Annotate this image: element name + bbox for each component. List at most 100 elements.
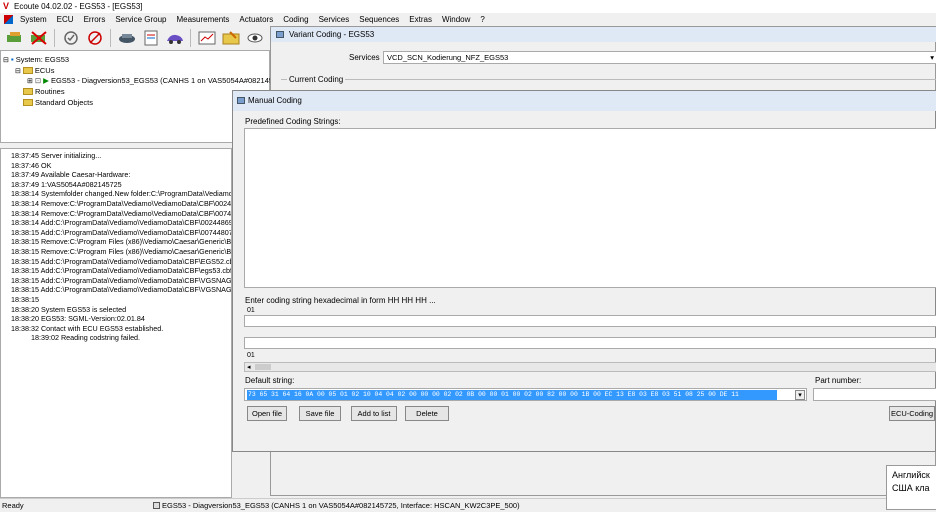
window-title: Ecoute 04.02.02 - EGS53 - [EGS53] [14, 2, 143, 11]
log-line: 18:37:49 1:VAS5054A#082145725 [11, 179, 122, 189]
log-line: 18:38:14 Add:C:\ProgramData\Vediamo\Vedi… [11, 218, 232, 228]
language-line-1: Английск [892, 470, 930, 480]
folder-icon[interactable] [220, 28, 241, 49]
chevron-down-icon[interactable]: ▾ [795, 390, 805, 400]
tree-label-system: System: EGS53 [15, 55, 70, 64]
connect-icon[interactable] [4, 28, 25, 49]
log-panel[interactable]: 18:37:45 Server initializing... 18:37:46… [0, 148, 232, 498]
log-line: 18:38:20 System EGS53 is selected [11, 304, 127, 314]
document-icon[interactable] [140, 28, 161, 49]
tree-node-routines[interactable]: Routines [23, 87, 65, 96]
collapse-icon[interactable]: ⊟ [15, 67, 21, 75]
log-line: 18:38:32 Contact with ECU EGS53 establis… [11, 323, 164, 333]
open-file-button[interactable]: Open file [247, 406, 287, 421]
menu-services[interactable]: Services [314, 15, 355, 24]
folder-icon [23, 99, 33, 106]
check-icon[interactable] [60, 28, 81, 49]
system-tree: ⊟ ▪ System: EGS53 ⊟ ECUs ⊞ ⊡ ▶ EGS53 - D… [0, 50, 288, 143]
status-connection: EGS53 - Diagversion53_EGS53 (CANHS 1 on … [162, 501, 520, 510]
menu-service-group[interactable]: Service Group [110, 15, 171, 24]
chart-icon[interactable] [196, 28, 217, 49]
menu-measurements[interactable]: Measurements [171, 15, 234, 24]
device-icon[interactable] [116, 28, 137, 49]
folder-icon [22, 67, 33, 74]
log-line: 18:38:15 Remove:C:\Program Files (x86)\V… [11, 237, 232, 247]
disconnect-icon[interactable] [28, 28, 49, 49]
tree-label-ecus: ECUs [34, 66, 55, 75]
log-line: 18:38:14 Remove:C:\ProgramData\Vediamo\V… [11, 208, 232, 218]
log-line: 18:38:14 Systemfolder changed.New folder… [11, 189, 232, 199]
predefined-list[interactable] [244, 128, 936, 288]
current-coding-label: Current Coding [287, 75, 346, 84]
log-line: 18:38:15 Remove:C:\Program Files (x86)\V… [11, 246, 232, 256]
ecu-coding-button[interactable]: ECU-Coding [889, 406, 935, 421]
language-line-2: США кла [892, 483, 930, 493]
toolbar-separator [54, 29, 55, 47]
services-value: VCD_SCN_Kodierung_NFZ_EGS53 [387, 53, 509, 62]
services-select[interactable]: VCD_SCN_Kodierung_NFZ_EGS53 ▾ [383, 51, 936, 64]
part-number-label: Part number: [815, 376, 862, 385]
toolbar-separator [190, 29, 191, 47]
app-menu-icon[interactable] [4, 15, 13, 24]
collapse-icon[interactable]: ⊟ [3, 56, 9, 64]
part-number-input[interactable] [813, 388, 936, 401]
manual-coding-window: Manual Coding Predefined Coding Strings:… [232, 90, 936, 452]
menu-system[interactable]: System [15, 15, 52, 24]
delete-button[interactable]: Delete [405, 406, 449, 421]
tree-label-routines: Routines [35, 87, 65, 96]
scroll-left-icon[interactable]: ◂ [247, 363, 251, 371]
view-icon[interactable] [244, 28, 265, 49]
enter-coding-label: Enter coding string hexadecimal in form … [245, 296, 436, 305]
log-line: 18:37:46 OK [11, 160, 52, 170]
tree-node-standard-objects[interactable]: Standard Objects [23, 98, 93, 107]
menu-coding[interactable]: Coding [278, 15, 313, 24]
log-line: 18:38:14 Remove:C:\ProgramData\Vediamo\V… [11, 198, 232, 208]
manual-coding-title: Manual Coding [248, 96, 302, 105]
refresh-icon[interactable] [84, 28, 105, 49]
log-line: 18:38:15 Add:C:\ProgramData\Vediamo\Vedi… [11, 285, 232, 295]
coding-input[interactable] [244, 315, 936, 327]
manual-coding-title-bar: Manual Coding [233, 91, 936, 111]
car-icon[interactable] [164, 28, 185, 49]
tree-node-ecu-egs53[interactable]: ⊞ ⊡ ▶ EGS53 - Diagversion53_EGS53 (CANHS… [27, 76, 288, 85]
add-to-list-button[interactable]: Add to list [351, 406, 397, 421]
menu-bar: System ECU Errors Service Group Measurem… [0, 13, 936, 26]
language-tooltip: Английск США кла [886, 465, 936, 510]
log-line: 18:38:20 EGS53: SGML-Version:02.01.84 [11, 314, 145, 324]
log-line: 18:38:15 Add:C:\ProgramData\Vediamo\Vedi… [11, 266, 232, 276]
default-string-label: Default string: [245, 376, 295, 385]
menu-help[interactable]: ? [475, 15, 489, 24]
predefined-label: Predefined Coding Strings: [245, 117, 341, 126]
app-logo-icon: V [3, 1, 10, 11]
variant-coding-title: Variant Coding - EGS53 [289, 30, 375, 39]
default-string-select[interactable]: 73 65 31 64 16 0A 00 05 01 02 10 04 04 0… [244, 388, 807, 401]
tree-label-ecu: EGS53 - Diagversion53_EGS53 (CANHS 1 on … [50, 76, 288, 85]
expand-icon[interactable]: ⊞ [27, 77, 33, 85]
default-string-value: 73 65 31 64 16 0A 00 05 01 02 10 04 04 0… [247, 390, 777, 400]
scrollbar-thumb[interactable] [255, 364, 271, 370]
network-icon: ▪ [10, 55, 14, 64]
tree-label-standard-objects: Standard Objects [35, 98, 93, 107]
menu-errors[interactable]: Errors [79, 15, 111, 24]
log-line: 18:39:02 Reading codstring failed. [11, 333, 141, 343]
tree-node-ecus[interactable]: ⊟ ECUs [15, 66, 54, 75]
toolbar [0, 26, 270, 50]
log-line: 18:38:15 Add:C:\ProgramData\Vediamo\Vedi… [11, 275, 232, 285]
menu-ecu[interactable]: ECU [52, 15, 79, 24]
tree-node-system[interactable]: ⊟ ▪ System: EGS53 [3, 55, 69, 64]
log-line: 18:38:15 [11, 294, 39, 304]
horizontal-scrollbar[interactable]: ◂ [244, 362, 936, 372]
save-file-button[interactable]: Save file [299, 406, 341, 421]
menu-window[interactable]: Window [437, 15, 475, 24]
menu-extras[interactable]: Extras [404, 15, 437, 24]
log-line: 18:38:15 Add:C:\ProgramData\Vediamo\Vedi… [11, 256, 232, 266]
window-icon [276, 31, 284, 38]
toolbar-separator [110, 29, 111, 47]
coding-input-secondary[interactable] [244, 337, 936, 349]
chevron-down-icon[interactable]: ▾ [930, 52, 934, 63]
variant-coding-title-bar: Variant Coding - EGS53 [271, 27, 936, 42]
ecu-icon: ⊡ [34, 76, 42, 85]
menu-actuators[interactable]: Actuators [234, 15, 278, 24]
log-line: 18:37:49 Available Caesar-Hardware: [11, 170, 131, 180]
menu-sequences[interactable]: Sequences [354, 15, 404, 24]
